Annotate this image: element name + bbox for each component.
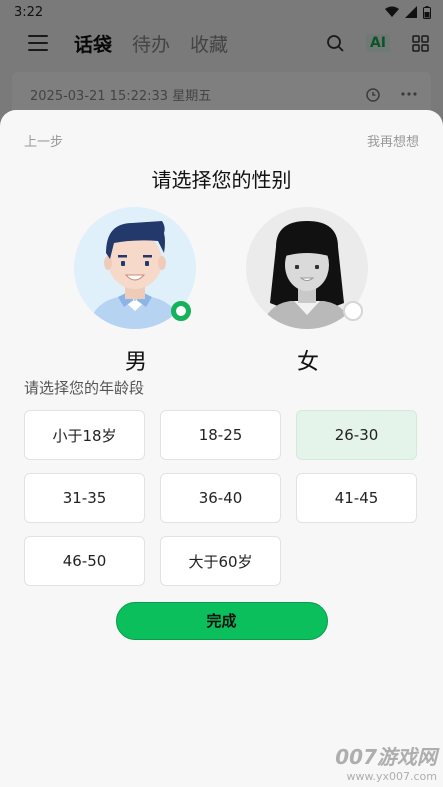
age-option-26-30[interactable]: 26-30: [296, 410, 417, 460]
age-option-36-40[interactable]: 36-40: [160, 473, 281, 523]
gender-option-female[interactable]: 女: [246, 207, 370, 376]
age-title: 请选择您的年龄段: [24, 379, 145, 397]
gender-option-male[interactable]: 男: [74, 207, 198, 376]
age-option-under-18[interactable]: 小于18岁: [24, 410, 145, 460]
watermark: 007游戏网 www.yx007.com: [335, 741, 437, 783]
watermark-url: www.yx007.com: [346, 770, 437, 783]
skip-button[interactable]: 我再想想: [367, 131, 419, 150]
gender-title: 请选择您的性别: [151, 168, 292, 192]
female-radio[interactable]: [343, 301, 363, 321]
age-option-31-35[interactable]: 31-35: [24, 473, 145, 523]
gender-options: 男 女: [0, 207, 443, 377]
male-radio[interactable]: [171, 301, 191, 321]
age-option-18-25[interactable]: 18-25: [160, 410, 281, 460]
watermark-brand: 007游戏网: [335, 745, 437, 769]
male-label: 男: [124, 350, 147, 375]
age-option-over-60[interactable]: 大于60岁: [160, 536, 281, 586]
done-button[interactable]: 完成: [115, 602, 328, 640]
age-option-46-50[interactable]: 46-50: [24, 536, 145, 586]
age-options: 小于18岁 18-25 26-30 31-35 36-40 41-45 46-5…: [24, 410, 443, 586]
age-option-41-45[interactable]: 41-45: [296, 473, 417, 523]
sheet-top-bar: 上一步 我再想想: [0, 110, 443, 150]
female-label: 女: [296, 350, 319, 375]
back-button[interactable]: 上一步: [24, 131, 63, 150]
profile-sheet: 上一步 我再想想 请选择您的性别 男 女 请选择您的年龄段 小于18岁 18-2…: [0, 110, 443, 787]
